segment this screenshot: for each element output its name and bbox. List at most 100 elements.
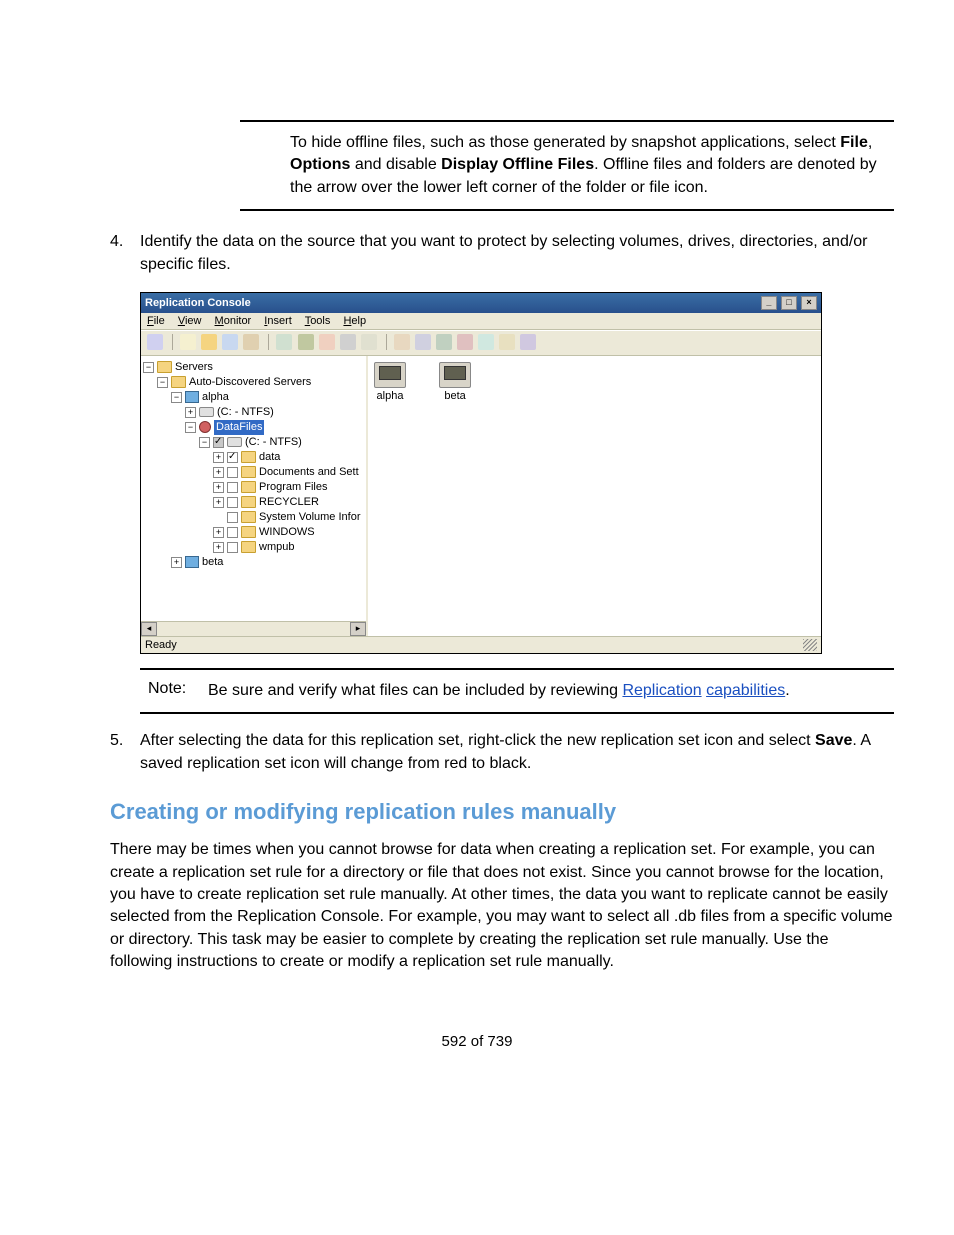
menu-file[interactable]: File [147, 315, 165, 327]
toolbar [141, 330, 821, 356]
window-body: −Servers −Auto-Discovered Servers − alpha… [141, 356, 821, 636]
link-replication[interactable]: Replication [622, 682, 701, 699]
scrollbar[interactable]: ◂ ▸ [141, 621, 366, 636]
tree-item-auto-discovered[interactable]: −Auto-Discovered Servers [143, 375, 364, 390]
toolbar-button[interactable] [478, 334, 494, 350]
collapse-icon[interactable]: − [171, 392, 182, 403]
toolbar-button[interactable] [222, 334, 238, 350]
server-icon-beta[interactable]: beta [439, 362, 471, 402]
checkbox[interactable] [227, 467, 238, 478]
toolbar-button[interactable] [436, 334, 452, 350]
tree-item-wmpub[interactable]: +wmpub [143, 540, 364, 555]
tree-item-sys-vol[interactable]: System Volume Infor [143, 510, 364, 525]
menu-monitor[interactable]: Monitor [215, 315, 252, 327]
computer-icon [439, 362, 471, 388]
toolbar-button[interactable] [319, 334, 335, 350]
toolbar-button[interactable] [340, 334, 356, 350]
server-icon [185, 391, 199, 403]
folder-icon [171, 376, 186, 388]
checkbox[interactable] [227, 542, 238, 553]
toolbar-button[interactable] [394, 334, 410, 350]
tree-panel: −Servers −Auto-Discovered Servers − alpha… [141, 356, 368, 636]
main-panel: alpha beta [368, 356, 821, 636]
minimize-button[interactable]: _ [761, 296, 777, 310]
expand-icon[interactable]: + [213, 467, 224, 478]
page-footer: 592 of 739 [60, 1033, 894, 1050]
collapse-icon[interactable]: − [143, 362, 154, 373]
toolbar-button[interactable] [499, 334, 515, 350]
tree-label: alpha [202, 390, 229, 405]
scroll-left-icon[interactable]: ◂ [141, 622, 157, 636]
tree-label: Documents and Sett [259, 465, 359, 480]
callout-hide-offline: To hide offline files, such as those gen… [240, 120, 894, 211]
menu-help[interactable]: Help [343, 315, 366, 327]
toolbar-button[interactable] [276, 334, 292, 350]
folder-icon [241, 541, 256, 553]
toolbar-button[interactable] [457, 334, 473, 350]
bold-display-offline: Display Offline Files [441, 156, 594, 173]
checkbox[interactable] [227, 482, 238, 493]
menu-tools[interactable]: Tools [305, 315, 331, 327]
expand-icon[interactable]: + [213, 542, 224, 553]
step-number: 4. [110, 231, 140, 276]
close-button[interactable]: × [801, 296, 817, 310]
toolbar-button[interactable] [180, 334, 196, 350]
toolbar-separator [268, 334, 269, 350]
drive-icon [199, 407, 214, 417]
text: . [785, 682, 789, 699]
tree-item-program-files[interactable]: +Program Files [143, 480, 364, 495]
expand-icon[interactable]: + [171, 557, 182, 568]
resize-grip-icon[interactable] [803, 639, 817, 651]
tree-label: data [259, 450, 280, 465]
expand-icon[interactable]: + [213, 497, 224, 508]
tree-item-alpha[interactable]: − alpha [143, 390, 364, 405]
checkbox[interactable] [227, 497, 238, 508]
collapse-icon[interactable]: − [185, 422, 196, 433]
tree-item-c-ntfs[interactable]: − (C: - NTFS) [143, 435, 364, 450]
expand-icon[interactable]: + [185, 407, 196, 418]
tree-item-data[interactable]: + data [143, 450, 364, 465]
toolbar-button[interactable] [520, 334, 536, 350]
tree-item-servers[interactable]: −Servers [143, 360, 364, 375]
tree-item-c-drive[interactable]: +(C: - NTFS) [143, 405, 364, 420]
scroll-right-icon[interactable]: ▸ [350, 622, 366, 636]
tree-item-beta[interactable]: +beta [143, 555, 364, 570]
toolbar-button[interactable] [201, 334, 217, 350]
menu-view[interactable]: View [178, 315, 202, 327]
toolbar-button[interactable] [298, 334, 314, 350]
tree-label: (C: - NTFS) [245, 435, 302, 450]
expand-icon[interactable]: + [213, 527, 224, 538]
toolbar-button[interactable] [243, 334, 259, 350]
toolbar-button[interactable] [361, 334, 377, 350]
tree-item-documents[interactable]: + Documents and Sett [143, 465, 364, 480]
menu-insert[interactable]: Insert [264, 315, 292, 327]
note-label: Note: [140, 680, 208, 702]
server-icon-alpha[interactable]: alpha [374, 362, 406, 402]
toolbar-button[interactable] [147, 334, 163, 350]
checkbox-checked[interactable] [227, 452, 238, 463]
tree-item-windows[interactable]: +WINDOWS [143, 525, 364, 540]
note-text: Be sure and verify what files can be inc… [208, 680, 894, 702]
computer-icon [374, 362, 406, 388]
collapse-icon[interactable]: − [157, 377, 168, 388]
menu-bar: File View Monitor Insert Tools Help [141, 313, 821, 330]
bold-file: File [840, 134, 868, 151]
step-5: 5. After selecting the data for this rep… [110, 730, 894, 775]
expand-icon[interactable]: + [213, 452, 224, 463]
folder-icon [241, 466, 256, 478]
folder-icon [241, 481, 256, 493]
link-capabilities[interactable]: capabilities [706, 682, 785, 699]
collapse-icon[interactable]: − [199, 437, 210, 448]
toolbar-button[interactable] [415, 334, 431, 350]
checkbox[interactable] [227, 512, 238, 523]
tree-item-recycler[interactable]: +RECYCLER [143, 495, 364, 510]
tree-label-selected: DataFiles [214, 420, 264, 435]
maximize-button[interactable]: □ [781, 296, 797, 310]
section-heading: Creating or modifying replication rules … [110, 799, 894, 825]
tree-item-datafiles[interactable]: − DataFiles [143, 420, 364, 435]
checkbox[interactable] [227, 527, 238, 538]
checkbox-mixed[interactable] [213, 437, 224, 448]
expand-icon[interactable]: + [213, 482, 224, 493]
server-label: alpha [374, 390, 406, 402]
folder-icon [241, 526, 256, 538]
